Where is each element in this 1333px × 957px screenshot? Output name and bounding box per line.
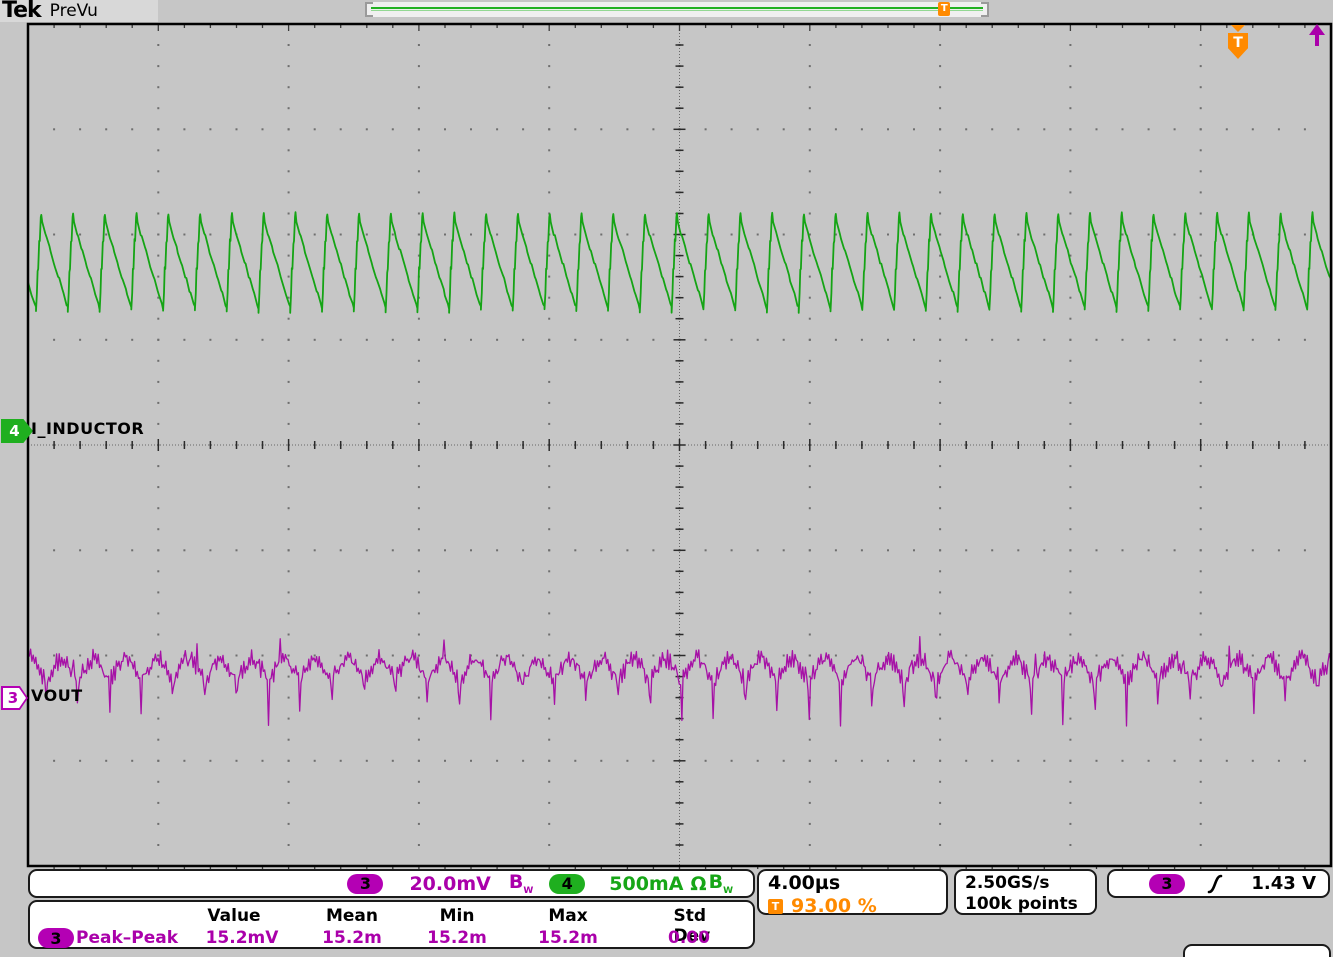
channel4-position-marker[interactable]: 4 [1,419,33,443]
rising-edge-icon [1207,874,1223,894]
sample-rate-readout: 2.50GS/s [965,873,1086,894]
acquisition-status: PreVu [50,0,98,22]
channel-readouts-box[interactable]: 3 20.0mV BW 4 500mA Ω BW [28,869,755,898]
graticule-and-waveforms [0,0,1333,957]
trigger-icon: T [768,899,783,914]
channel3-badge[interactable]: 3 [347,874,383,894]
tek-logo: Tek [2,0,41,22]
timebase-readout: 4.00µs [768,873,937,894]
meas-mean: 15.2m [322,928,382,948]
acquisition-readout-box[interactable]: 2.50GS/s 100k points [954,869,1097,915]
trigger-level-offscreen-arrow-stem [1315,35,1319,46]
channel4-label: I_INDUCTOR [31,419,144,438]
channel4-marker-number: 4 [9,422,19,440]
meas-name: Peak–Peak [76,928,178,948]
meas-header-value: Value [207,906,260,926]
record-view-bar[interactable]: T [365,2,989,17]
channel3-bandwidth-limit-icon: BW [509,871,533,896]
trigger-level-readout: 1.43 V [1251,873,1316,894]
channel3-position-marker[interactable]: 3 [1,686,28,710]
trigger-position-flag-icon[interactable]: T [1228,33,1248,59]
trigger-level-offscreen-arrow-icon [1309,24,1325,35]
meas-min: 15.2m [427,928,487,948]
brand-tile: Tek PreVu [0,0,158,22]
meas-header-min: Min [440,906,475,926]
record-trigger-marker[interactable]: T [938,2,950,16]
channel4-badge[interactable]: 4 [549,874,585,894]
meas-header-max: Max [548,906,587,926]
record-length-readout: 100k points [965,894,1086,915]
measurements-box[interactable]: Value Mean Min Max Std Dev 3 Peak–Peak 1… [28,900,755,949]
record-waveform-line [371,7,983,9]
channel3-label: VOUT [31,686,83,705]
record-waveform-line-shadow [371,10,983,11]
meas-header-mean: Mean [326,906,378,926]
oscilloscope-screen: Tek PreVu T T 4 I_INDUCTOR 3 VOUT 3 20.0… [0,0,1333,957]
meas-source-badge: 3 [38,928,74,948]
channel4-coupling-readout: Ω [690,873,706,895]
trigger-source-badge: 3 [1149,874,1185,894]
channel3-scale-readout[interactable]: 20.0mV [409,873,490,895]
trigger-position-arrow-icon[interactable] [1231,25,1245,32]
horizontal-readout-box[interactable]: 4.00µs T 93.00 % [757,869,948,915]
trigger-readout-box[interactable]: 3 1.43 V [1107,869,1330,898]
channel3-marker-number: 3 [3,688,26,708]
channel4-scale-readout[interactable]: 500mA [609,873,683,895]
trigger-position-readout: 93.00 % [791,895,877,917]
meas-stddev: 0.00 [668,928,710,948]
meas-max: 15.2m [538,928,598,948]
meas-value: 15.2mV [206,928,279,948]
channel4-bandwidth-limit-icon: BW [709,871,733,896]
datetime-box [1183,944,1331,957]
